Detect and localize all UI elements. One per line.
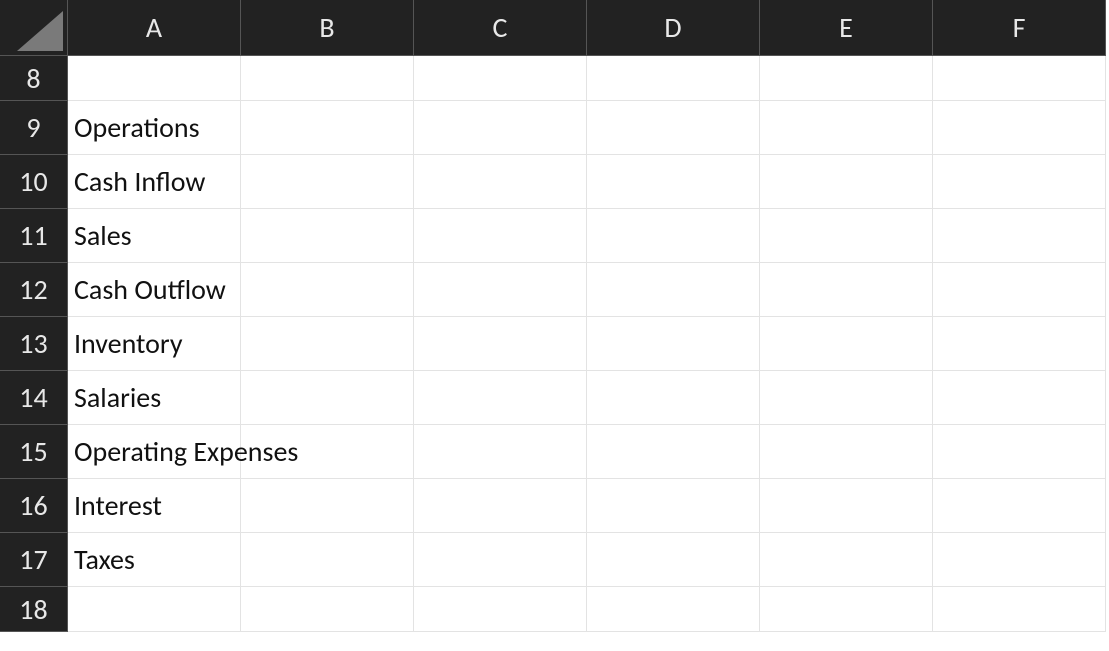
cell-F13[interactable] bbox=[933, 317, 1106, 371]
cell-A10[interactable]: Cash Inflow bbox=[68, 155, 241, 209]
column-header-E[interactable]: E bbox=[760, 0, 933, 56]
cell-C14[interactable] bbox=[414, 371, 587, 425]
cell-D12[interactable] bbox=[587, 263, 760, 317]
row-header-8[interactable]: 8 bbox=[0, 56, 68, 101]
cell-A18[interactable] bbox=[68, 587, 241, 632]
cell-E8[interactable] bbox=[760, 56, 933, 101]
cell-D8[interactable] bbox=[587, 56, 760, 101]
row-header-15[interactable]: 15 bbox=[0, 425, 68, 479]
cell-B13[interactable] bbox=[241, 317, 414, 371]
cell-E17[interactable] bbox=[760, 533, 933, 587]
column-header-A[interactable]: A bbox=[68, 0, 241, 56]
row-header-13[interactable]: 13 bbox=[0, 317, 68, 371]
cell-E18[interactable] bbox=[760, 587, 933, 632]
cell-A13[interactable]: Inventory bbox=[68, 317, 241, 371]
cell-B10[interactable] bbox=[241, 155, 414, 209]
cell-B16[interactable] bbox=[241, 479, 414, 533]
column-header-D[interactable]: D bbox=[587, 0, 760, 56]
row-header-14[interactable]: 14 bbox=[0, 371, 68, 425]
cell-B14[interactable] bbox=[241, 371, 414, 425]
cell-A16[interactable]: Interest bbox=[68, 479, 241, 533]
cell-D10[interactable] bbox=[587, 155, 760, 209]
row-header-12[interactable]: 12 bbox=[0, 263, 68, 317]
cell-E14[interactable] bbox=[760, 371, 933, 425]
cell-B11[interactable] bbox=[241, 209, 414, 263]
cell-C17[interactable] bbox=[414, 533, 587, 587]
cell-E11[interactable] bbox=[760, 209, 933, 263]
cell-D18[interactable] bbox=[587, 587, 760, 632]
cell-A12[interactable]: Cash Outflow bbox=[68, 263, 241, 317]
cell-B12[interactable] bbox=[241, 263, 414, 317]
cell-F18[interactable] bbox=[933, 587, 1106, 632]
cell-A17[interactable]: Taxes bbox=[68, 533, 241, 587]
cell-B17[interactable] bbox=[241, 533, 414, 587]
cell-F14[interactable] bbox=[933, 371, 1106, 425]
cell-B8[interactable] bbox=[241, 56, 414, 101]
row-header-10[interactable]: 10 bbox=[0, 155, 68, 209]
cell-C15[interactable] bbox=[414, 425, 587, 479]
cell-C10[interactable] bbox=[414, 155, 587, 209]
cell-F12[interactable] bbox=[933, 263, 1106, 317]
cell-F15[interactable] bbox=[933, 425, 1106, 479]
row-header-17[interactable]: 17 bbox=[0, 533, 68, 587]
column-header-B[interactable]: B bbox=[241, 0, 414, 56]
cell-F11[interactable] bbox=[933, 209, 1106, 263]
cell-B9[interactable] bbox=[241, 101, 414, 155]
column-header-F[interactable]: F bbox=[933, 0, 1106, 56]
cell-E10[interactable] bbox=[760, 155, 933, 209]
cell-D9[interactable] bbox=[587, 101, 760, 155]
select-all-corner[interactable] bbox=[0, 0, 68, 56]
column-header-C[interactable]: C bbox=[414, 0, 587, 56]
cell-A15[interactable]: Operating Expenses bbox=[68, 425, 241, 479]
cell-A14[interactable]: Salaries bbox=[68, 371, 241, 425]
cell-A9[interactable]: Operations bbox=[68, 101, 241, 155]
cell-D16[interactable] bbox=[587, 479, 760, 533]
cell-C13[interactable] bbox=[414, 317, 587, 371]
cell-E9[interactable] bbox=[760, 101, 933, 155]
cell-C16[interactable] bbox=[414, 479, 587, 533]
cell-D11[interactable] bbox=[587, 209, 760, 263]
cell-E13[interactable] bbox=[760, 317, 933, 371]
cell-F17[interactable] bbox=[933, 533, 1106, 587]
cell-E16[interactable] bbox=[760, 479, 933, 533]
row-header-9[interactable]: 9 bbox=[0, 101, 68, 155]
cell-F9[interactable] bbox=[933, 101, 1106, 155]
cell-E12[interactable] bbox=[760, 263, 933, 317]
cell-E15[interactable] bbox=[760, 425, 933, 479]
cell-C12[interactable] bbox=[414, 263, 587, 317]
cell-F8[interactable] bbox=[933, 56, 1106, 101]
row-header-18[interactable]: 18 bbox=[0, 587, 68, 632]
cell-D14[interactable] bbox=[587, 371, 760, 425]
row-header-16[interactable]: 16 bbox=[0, 479, 68, 533]
cell-F10[interactable] bbox=[933, 155, 1106, 209]
cell-F16[interactable] bbox=[933, 479, 1106, 533]
cell-A11[interactable]: Sales bbox=[68, 209, 241, 263]
cell-B18[interactable] bbox=[241, 587, 414, 632]
cell-C9[interactable] bbox=[414, 101, 587, 155]
row-header-11[interactable]: 11 bbox=[0, 209, 68, 263]
cell-C8[interactable] bbox=[414, 56, 587, 101]
cell-C11[interactable] bbox=[414, 209, 587, 263]
cell-A8[interactable] bbox=[68, 56, 241, 101]
cell-D13[interactable] bbox=[587, 317, 760, 371]
cell-D15[interactable] bbox=[587, 425, 760, 479]
cell-C18[interactable] bbox=[414, 587, 587, 632]
cell-D17[interactable] bbox=[587, 533, 760, 587]
